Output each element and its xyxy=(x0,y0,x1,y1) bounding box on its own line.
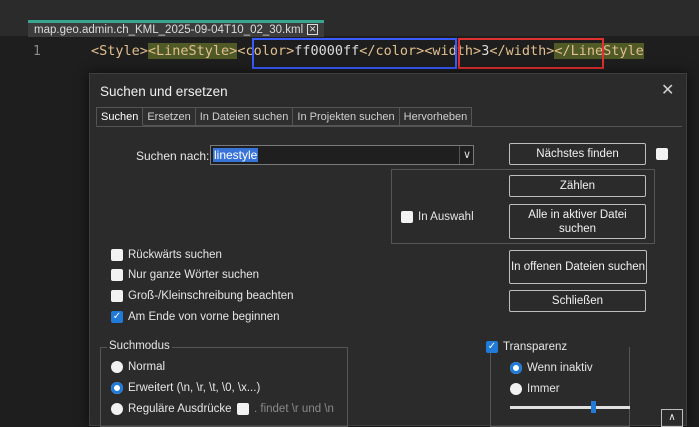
radio-dot xyxy=(111,403,123,415)
tab-find-in-files[interactable]: In Dateien suchen xyxy=(195,107,294,126)
chevron-down-icon[interactable]: ∨ xyxy=(459,146,474,164)
mode-regex-label: Reguläre Ausdrücke xyxy=(128,403,232,415)
check-icon: ✓ xyxy=(486,341,498,353)
slider-thumb[interactable] xyxy=(591,401,596,413)
line-number: 1 xyxy=(33,44,41,59)
match-case-checkbox[interactable]: Groß-/Kleinschreibung beachten xyxy=(111,290,294,302)
find-input[interactable]: linestyle ∨ xyxy=(210,145,474,165)
radio-dot xyxy=(111,361,123,373)
close-icon[interactable]: ✕ xyxy=(661,80,674,100)
in-selection-checkbox[interactable]: In Auswahl xyxy=(401,211,474,223)
mode-normal-label: Normal xyxy=(128,361,166,373)
checkbox-box xyxy=(237,403,249,415)
radio-dot xyxy=(111,382,123,394)
mode-extended-label: Erweitert (\n, \r, \t, \0, \x...) xyxy=(128,382,261,394)
line-gutter: 1 xyxy=(0,37,52,426)
checkbox-box xyxy=(111,290,123,302)
transparency-slider[interactable] xyxy=(510,406,630,409)
wrap-around-checkbox[interactable]: ✓ Am Ende von vorne beginnen xyxy=(111,311,280,323)
checkbox-box xyxy=(111,249,123,261)
checkbox-box xyxy=(401,211,413,223)
always-label: Immer xyxy=(527,383,560,395)
match-case-label: Groß-/Kleinschreibung beachten xyxy=(128,290,294,302)
transparency-label: Transparenz xyxy=(503,341,568,353)
transparency-checkbox[interactable]: ✓ Transparenz xyxy=(486,341,572,353)
tab-bar: map.geo.admin.ch_KML_2025-09-04T10_02_30… xyxy=(0,0,699,37)
backward-label: Rückwärts suchen xyxy=(128,249,222,261)
find-next-button[interactable]: Nächstes finden xyxy=(509,143,646,165)
find-next-option-checkbox[interactable] xyxy=(656,148,668,160)
tab-divider xyxy=(96,126,682,127)
radio-dot xyxy=(510,383,522,395)
annotation-red-box xyxy=(458,38,604,69)
dot-newline-checkbox[interactable]: . findet \r und \n xyxy=(237,403,334,415)
mode-regex-radio[interactable]: Reguläre Ausdrücke xyxy=(111,403,232,415)
code-token-highlight: <LineStyle> xyxy=(147,43,238,59)
dialog-tabs: Suchen Ersetzen In Dateien suchen In Pro… xyxy=(96,107,473,126)
close-tab-icon[interactable]: ✕ xyxy=(307,24,319,36)
tab-mark[interactable]: Hervorheben xyxy=(399,107,473,126)
file-tab-label: map.geo.admin.ch_KML_2025-09-04T10_02_30… xyxy=(34,24,304,36)
mode-extended-radio[interactable]: Erweitert (\n, \r, \t, \0, \x...) xyxy=(111,382,260,394)
dialog-title: Suchen und ersetzen xyxy=(100,84,228,99)
wrap-around-label: Am Ende von vorne beginnen xyxy=(128,311,280,323)
radio-dot xyxy=(510,362,522,374)
checkbox-box xyxy=(111,269,123,281)
dot-newline-label: . findet \r und \n xyxy=(254,403,334,415)
tab-search[interactable]: Suchen xyxy=(96,107,144,126)
find-input-value: linestyle xyxy=(213,148,259,162)
count-button[interactable]: Zählen xyxy=(509,175,646,197)
close-button[interactable]: Schließen xyxy=(509,290,646,312)
whole-word-label: Nur ganze Wörter suchen xyxy=(128,269,260,281)
on-inactive-label: Wenn inaktiv xyxy=(527,362,593,374)
on-inactive-radio[interactable]: Wenn inaktiv xyxy=(510,362,593,374)
mode-normal-radio[interactable]: Normal xyxy=(111,361,165,373)
in-selection-label: In Auswahl xyxy=(418,211,474,223)
annotation-blue-box xyxy=(252,38,457,69)
whole-word-checkbox[interactable]: Nur ganze Wörter suchen xyxy=(111,269,259,281)
file-tab[interactable]: map.geo.admin.ch_KML_2025-09-04T10_02_30… xyxy=(28,20,325,37)
check-icon: ✓ xyxy=(111,311,123,323)
find-label: Suchen nach: xyxy=(136,149,210,163)
backward-checkbox[interactable]: Rückwärts suchen xyxy=(111,249,222,261)
find-all-active-button[interactable]: Alle in aktiver Datei suchen xyxy=(509,204,646,239)
tab-find-in-projects[interactable]: In Projekten suchen xyxy=(293,107,400,126)
find-replace-dialog: Suchen und ersetzen ✕ Suchen Ersetzen In… xyxy=(89,73,687,427)
find-all-open-button[interactable]: In offenen Dateien suchen xyxy=(509,250,647,284)
code-token: <Style> xyxy=(91,43,148,59)
chevron-up-icon[interactable]: ∧ xyxy=(661,409,683,427)
search-mode-legend: Suchmodus xyxy=(107,340,172,352)
always-radio[interactable]: Immer xyxy=(510,383,560,395)
tab-replace[interactable]: Ersetzen xyxy=(143,107,196,126)
